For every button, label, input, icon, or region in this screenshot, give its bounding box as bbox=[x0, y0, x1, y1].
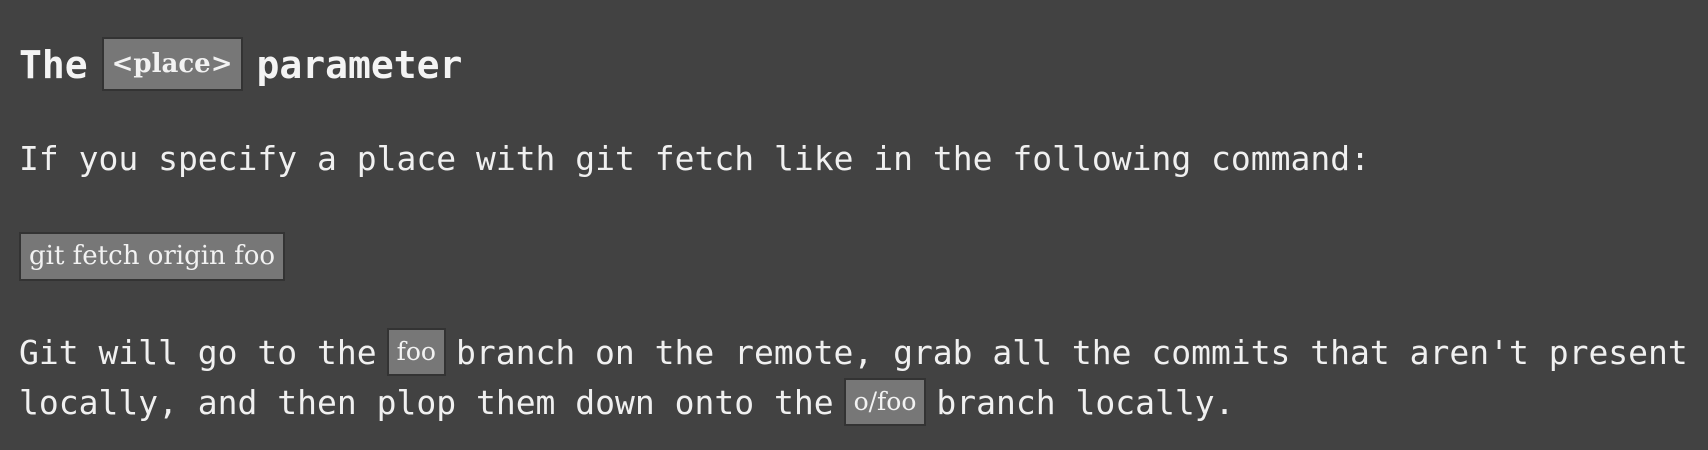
section-heading: The <place> parameter bbox=[19, 34, 462, 96]
explanation-text: locally, and then plop them down onto th… bbox=[19, 383, 834, 422]
heading-text-after: parameter bbox=[256, 43, 463, 87]
explanation-text: branch on the remote, grab all the commi… bbox=[455, 333, 1688, 372]
inline-code-o-foo: o/foo bbox=[843, 377, 927, 426]
intro-paragraph: If you specify a place with git fetch li… bbox=[19, 139, 1371, 178]
command-code-block: git fetch origin foo bbox=[19, 232, 285, 281]
explanation-text: branch locally. bbox=[936, 383, 1235, 422]
explanation-line-2: locally, and then plop them down onto th… bbox=[19, 377, 1235, 429]
explanation-text: Git will go to the bbox=[19, 333, 377, 372]
explanation-line-1: Git will go to the foo branch on the remot… bbox=[19, 327, 1688, 379]
heading-text-before: The bbox=[19, 43, 88, 87]
heading-code-place: <place> bbox=[101, 36, 243, 91]
inline-code-foo: foo bbox=[386, 327, 446, 376]
